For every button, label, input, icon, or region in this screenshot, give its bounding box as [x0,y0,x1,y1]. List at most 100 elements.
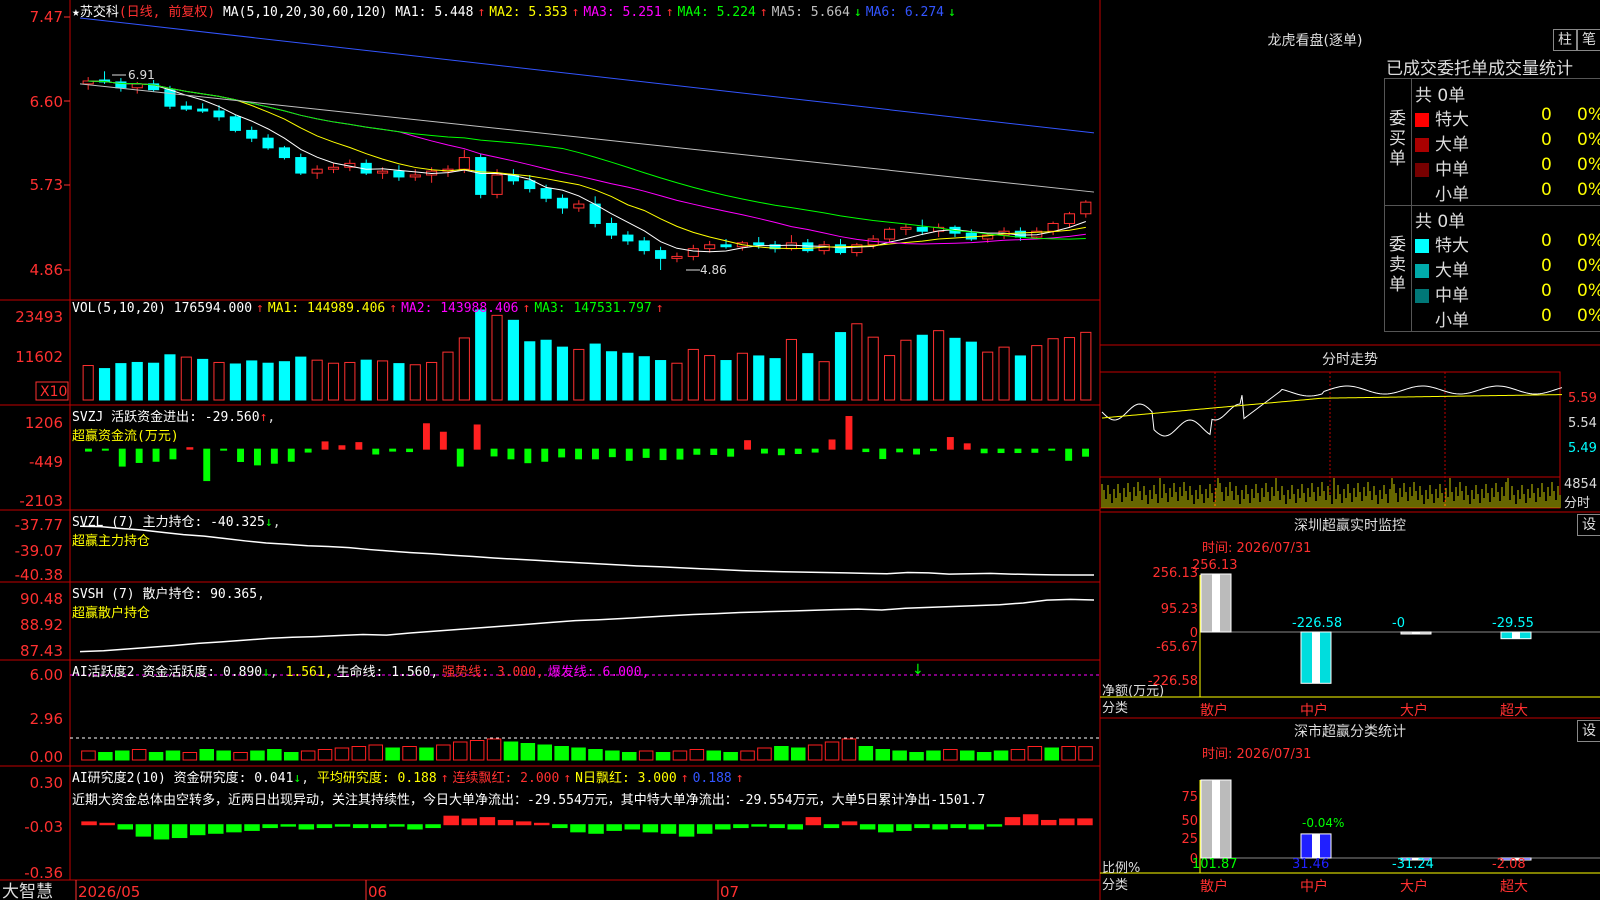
volume-bar [295,356,307,401]
ma-params: MA(5,10,20,30,60,120) [222,5,388,20]
volume-bar [671,362,683,401]
color-swatch [1415,239,1429,253]
monitor-xlabel: 分类 [1102,701,1129,716]
ai-active-bar [554,746,569,761]
svzj-bar [524,448,532,464]
ai-active-bar [588,749,603,761]
candle-up [687,248,699,257]
candle-up [1080,201,1092,215]
volume-bar [883,355,896,401]
volume-bar [115,363,127,401]
ai-research-bar [678,824,695,837]
ai-research-bar [660,824,677,834]
order-count: 0 [1541,231,1552,251]
ai-research-tick: 0.30 [30,774,63,792]
svzj-bar [828,439,836,450]
color-swatch [1415,314,1429,328]
stock-chart-canvas[interactable]: 7.47 6.60 5.73 4.86 6.91 4.86 23493 1160… [0,0,1600,900]
ma-line [88,80,1086,249]
volume-bar [720,360,732,401]
svzj-bar [372,448,380,455]
order-count: 0 [1541,281,1552,301]
candle-down [262,137,274,149]
order-count: 0 [1541,105,1552,125]
svzj-bar [1031,448,1039,453]
ai-research-bar [733,824,749,829]
category-label: 散户 [1200,703,1228,719]
volume-bar [426,361,438,401]
color-swatch [1415,264,1429,278]
svzj-bar [760,448,768,454]
candle-up [311,168,323,174]
svzj-tick: -2103 [19,492,63,510]
star-icon: ★ [72,5,80,20]
ai-research-bar [153,824,170,840]
candle-down [229,116,241,131]
candle-up [704,244,716,250]
ai-research-bar [624,824,641,830]
color-swatch [1415,188,1429,202]
order-count: 0 [1541,180,1552,200]
candle-down [916,226,928,232]
classify-settings-button[interactable]: 设 [1577,720,1600,742]
ai-research-bars [81,814,1093,840]
svzj-bar [84,448,92,452]
column-button[interactable]: 柱 [1553,29,1577,51]
ai-research-axis: 0.30 -0.03 -0.36 [24,774,63,882]
ai-active-bar [520,743,536,761]
axis-tick: 75 [1181,790,1198,805]
main-header: ★苏交科(日线, 前复权) MA(5,10,20,30,60,120) MA1:… [72,1,960,20]
svzj-bar [929,448,937,452]
ai-research-bar [932,824,948,830]
stock-name[interactable]: 苏交科 [80,5,119,20]
ma-value: MA3: 5.251 [583,5,662,20]
candle-down [605,222,618,236]
volume-bar [327,362,340,401]
ai-active-bar [824,741,840,761]
category-bar-highlight [1512,632,1520,639]
dragon-title: 龙虎看盘(逐单) [1267,33,1363,49]
candle-down [393,170,405,178]
ai-research-bar [823,824,840,829]
svzj-bar [980,448,988,454]
volume-bar [376,360,389,401]
ai-active-value: 1.561, [285,665,333,680]
svzj-bar [101,448,109,451]
value-label: 31.46 [1292,857,1330,872]
ai-research-value: 连续飘红: 2.000 [452,771,560,786]
svzj-bar [152,448,160,462]
ai-research-bar [280,824,296,827]
price-tick: 5.73 [30,176,63,194]
order-percent: 0% [1577,306,1600,326]
ai-active-bar [909,752,924,761]
intraday-avg-line [1101,394,1563,419]
ai-research-bar [896,824,912,831]
ai-active-bar [790,747,806,761]
volume-bar [867,336,879,401]
category-bar-highlight [1212,574,1220,632]
svzj-bar [963,443,971,450]
intraday-tick: 5.59 [1568,391,1597,406]
candle-up [1047,222,1059,232]
ai-research-bar [696,824,713,834]
candlestick-series [82,71,1092,270]
monitor-settings-button[interactable]: 设 [1577,514,1600,536]
candle-down [213,110,225,118]
arrow-down-icon: ↓ [293,771,302,786]
period-label[interactable]: (日线, 前复权) [119,5,215,20]
svzj-title: SVZJ 活跃资金进出: -29.560 [72,410,260,425]
price-tick: 6.60 [30,93,63,111]
arrow-down-icon: ↓ [948,5,956,20]
ai-research-note: 近期大资金总体由空转多，近两日出现异动，关注其持续性，今日大单净流出：-29.5… [72,793,986,808]
volume-bar [442,351,454,401]
ai-active-bar [216,750,231,761]
ai-active-bar [926,750,941,761]
ai-active-bar [621,752,637,761]
high-label: 6.91 [128,68,155,82]
ai-active-header: AI活跃度2 资金活跃度: 0.890↓, 1.561, 生命线: 1.560, 强… [72,661,653,680]
svzl-tick: -37.77 [15,516,63,534]
svzj-bar [1048,448,1056,451]
volume-bars [82,309,1092,401]
tick-button[interactable]: 笔 [1577,29,1600,51]
svsh-header: SVSH (7) 散户持仓: 90.365, 超赢散户持仓 [72,587,265,621]
